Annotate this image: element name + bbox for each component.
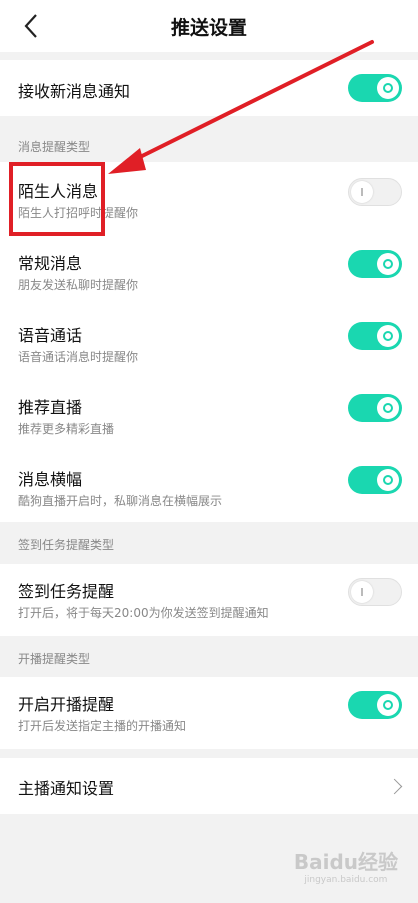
watermark-logo: Baidu经验 — [293, 850, 398, 874]
receive-notifications-toggle[interactable] — [348, 74, 402, 102]
message-banner-toggle[interactable] — [348, 466, 402, 494]
setting-subtitle: 打开后发送指定主播的开播通知 — [18, 719, 187, 733]
toggle-knob — [377, 397, 399, 419]
setting-row-recommend-live[interactable]: 推荐直播 推荐更多精彩直播 — [0, 378, 418, 450]
setting-title: 推荐直播 — [18, 398, 83, 417]
chevron-right-icon — [386, 778, 403, 795]
setting-title: 签到任务提醒 — [18, 582, 115, 601]
setting-title: 常规消息 — [18, 254, 83, 273]
setting-row-voice-call[interactable]: 语音通话 语音通话消息时提醒你 — [0, 306, 418, 378]
anchor-notification-settings-label: 主播通知设置 — [18, 779, 115, 798]
receive-notifications-label: 接收新消息通知 — [18, 82, 131, 101]
checkin-group: 签到任务提醒 打开后，将于每天20:00为你发送签到提醒通知 — [0, 564, 418, 636]
setting-subtitle: 语音通话消息时提醒你 — [18, 350, 139, 364]
stranger-message-toggle[interactable] — [348, 178, 402, 206]
live-start-toggle[interactable] — [348, 691, 402, 719]
setting-row-regular[interactable]: 常规消息 朋友发送私聊时提醒你 — [0, 234, 418, 306]
toggle-knob — [377, 469, 399, 491]
back-arrow-icon[interactable] — [18, 12, 46, 40]
receive-notifications-row[interactable]: 接收新消息通知 — [0, 60, 418, 116]
section-label-checkin: 签到任务提醒类型 — [18, 538, 115, 552]
section-label-message-types: 消息提醒类型 — [18, 140, 91, 154]
setting-title: 消息横幅 — [18, 470, 83, 489]
checkin-reminder-toggle[interactable] — [348, 578, 402, 606]
anchor-settings-group: 主播通知设置 — [0, 758, 418, 814]
setting-subtitle: 朋友发送私聊时提醒你 — [18, 278, 139, 292]
toggle-knob — [351, 581, 373, 603]
toggle-knob — [377, 77, 399, 99]
regular-message-toggle[interactable] — [348, 250, 402, 278]
top-bar: 推送设置 — [0, 0, 418, 52]
highlight-box — [9, 162, 105, 236]
toggle-knob — [377, 325, 399, 347]
anchor-notification-settings-row[interactable]: 主播通知设置 — [0, 758, 418, 814]
toggle-knob — [351, 181, 373, 203]
toggle-knob — [377, 253, 399, 275]
toggle-knob — [377, 694, 399, 716]
watermark-url: jingyan.baidu.com — [304, 875, 388, 885]
live-start-group: 开启开播提醒 打开后发送指定主播的开播通知 — [0, 677, 418, 749]
setting-subtitle: 酷狗直播开启时，私聊消息在横幅展示 — [18, 494, 223, 508]
setting-title: 语音通话 — [18, 326, 83, 345]
recommend-live-toggle[interactable] — [348, 394, 402, 422]
voice-call-toggle[interactable] — [348, 322, 402, 350]
setting-subtitle: 打开后，将于每天20:00为你发送签到提醒通知 — [18, 606, 269, 620]
watermark: Baidu经验 jingyan.baidu.com — [294, 846, 398, 885]
section-label-live-start: 开播提醒类型 — [18, 652, 91, 666]
setting-title: 开启开播提醒 — [18, 695, 115, 714]
page-title: 推送设置 — [170, 16, 247, 39]
setting-subtitle: 推荐更多精彩直播 — [18, 422, 115, 436]
setting-row-message-banner[interactable]: 消息横幅 酷狗直播开启时，私聊消息在横幅展示 — [0, 450, 418, 522]
receive-notifications-group: 接收新消息通知 — [0, 60, 418, 116]
setting-row-checkin[interactable]: 签到任务提醒 打开后，将于每天20:00为你发送签到提醒通知 — [0, 564, 418, 636]
setting-row-live-start[interactable]: 开启开播提醒 打开后发送指定主播的开播通知 — [0, 677, 418, 749]
